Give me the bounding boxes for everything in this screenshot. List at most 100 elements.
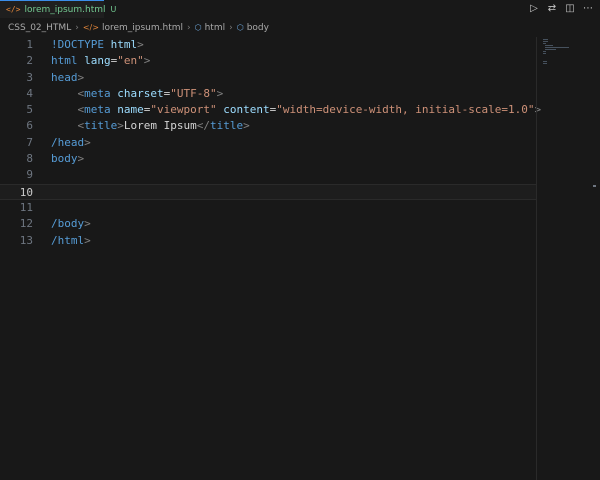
line-number: 3 xyxy=(26,70,33,84)
line-number: 12 xyxy=(19,217,33,231)
minimap-line xyxy=(543,51,546,52)
minimap-line xyxy=(543,41,549,42)
code-token: > xyxy=(143,54,151,68)
line-code: <meta charset="UTF-8"> xyxy=(51,86,224,102)
symbol-element-icon: ⬡ xyxy=(236,23,244,32)
code-token: body xyxy=(51,152,78,166)
code-line[interactable]: 6 <title>Lorem Ipsum</title> xyxy=(0,118,536,134)
code-line[interactable]: 12/body> xyxy=(0,216,536,232)
line-number: 1 xyxy=(26,38,33,51)
minimap-line xyxy=(545,47,569,48)
line-code: /head> xyxy=(51,135,91,151)
minimap-line xyxy=(545,49,556,50)
chevron-right-icon: › xyxy=(229,22,233,33)
line-code: head> xyxy=(51,70,84,86)
code-token: > xyxy=(137,38,144,51)
html-file-icon: </> xyxy=(82,23,99,32)
minimap-line xyxy=(543,39,548,40)
code-token: meta xyxy=(84,86,118,100)
line-number: 11 xyxy=(19,200,33,214)
code-token: > xyxy=(243,119,250,133)
html-file-icon: </> xyxy=(6,5,21,14)
code-token: "viewport" xyxy=(150,103,224,117)
line-number: 6 xyxy=(26,119,33,133)
breadcrumb-folder[interactable]: CSS_02_HTML xyxy=(8,23,71,33)
code-line[interactable]: 5 <meta name="viewport" content="width=d… xyxy=(0,102,541,118)
git-status-badge: U xyxy=(110,5,117,14)
code-token: /body xyxy=(51,217,85,231)
code-line[interactable]: 3 head> xyxy=(0,70,536,86)
code-line[interactable]: 10 xyxy=(0,183,536,200)
tab-lorem-ipsum[interactable]: </> lorem_ipsum.html U xyxy=(0,0,116,18)
line-number: 2 xyxy=(26,54,33,68)
minimap-line xyxy=(543,63,547,64)
chevron-right-icon: › xyxy=(187,22,191,33)
code-token: charset xyxy=(117,86,164,100)
code-token: "UTF-8" xyxy=(170,86,217,100)
code-token: > xyxy=(117,119,124,133)
chevron-right-icon: › xyxy=(75,22,79,33)
compare-changes-icon[interactable]: ⇄ xyxy=(546,2,558,14)
line-code: <meta name="viewport" content="width=dev… xyxy=(51,102,542,118)
line-code: /body> xyxy=(51,216,91,232)
run-icon[interactable]: ▷ xyxy=(528,2,540,14)
code-token: > xyxy=(77,152,85,166)
editor-actions: ▷ ⇄ ◫ ⋯ xyxy=(528,2,594,14)
code-line[interactable]: 4 <meta charset="UTF-8"> xyxy=(0,86,536,102)
code-token: html xyxy=(51,54,85,68)
code-token: "width=device-width, initial-scale=1.0" xyxy=(276,103,535,117)
code-token: name xyxy=(117,103,144,117)
code-editor[interactable]: 1 !DOCTYPE html> 2 html lang="en"> 3 head> 4 <… xyxy=(0,37,541,480)
code-line[interactable]: 9 xyxy=(0,167,536,183)
code-line[interactable]: 13/html> xyxy=(0,233,536,249)
line-number: 7 xyxy=(26,135,33,149)
breadcrumb-symbol-body[interactable]: body xyxy=(247,23,269,33)
code-line[interactable]: 11 xyxy=(0,200,536,216)
code-token: !DOCTYPE xyxy=(51,38,111,51)
line-number: 5 xyxy=(26,103,33,117)
minimap[interactable] xyxy=(536,37,600,480)
code-line[interactable]: 7/head> xyxy=(0,135,536,151)
code-token: /html xyxy=(51,233,85,247)
code-token: title xyxy=(209,119,244,133)
code-token: lang xyxy=(84,54,111,68)
minimap-line xyxy=(543,43,546,44)
line-number: 9 xyxy=(26,168,33,182)
code-token: meta xyxy=(84,103,118,117)
code-token: </ xyxy=(196,119,210,133)
code-token: /head xyxy=(51,135,85,149)
line-code: <title>Lorem Ipsum</title> xyxy=(51,118,250,134)
code-line[interactable]: 1 !DOCTYPE html> xyxy=(0,37,536,53)
minimap-line xyxy=(543,61,547,62)
minimap-line xyxy=(545,45,554,46)
breadcrumb: CSS_02_HTML › </> lorem_ipsum.html › ⬡ h… xyxy=(0,18,540,37)
line-code: !DOCTYPE html> xyxy=(51,37,144,53)
line-code: body> xyxy=(51,151,84,167)
code-token: "en" xyxy=(117,54,144,68)
code-token: title xyxy=(84,119,118,133)
tab-title: lorem_ipsum.html xyxy=(24,4,106,15)
code-token: > xyxy=(84,233,91,247)
code-token: content xyxy=(223,103,270,117)
code-token: head xyxy=(51,70,78,84)
split-editor-icon[interactable]: ◫ xyxy=(564,2,576,14)
line-number: 10 xyxy=(19,185,33,199)
breadcrumb-symbol-html[interactable]: html xyxy=(205,23,226,33)
code-line[interactable]: 2 html lang="en"> xyxy=(0,53,536,69)
code-token: html xyxy=(110,38,138,51)
code-token: > xyxy=(84,135,91,149)
line-number: 8 xyxy=(26,152,33,166)
more-actions-icon[interactable]: ⋯ xyxy=(582,2,594,14)
breadcrumb-file[interactable]: lorem_ipsum.html xyxy=(102,23,183,33)
line-code: /html> xyxy=(51,233,91,249)
code-line[interactable]: 8 body> xyxy=(0,151,536,167)
code-token: > xyxy=(216,86,224,100)
line-code: html lang="en"> xyxy=(51,53,150,69)
symbol-element-icon: ⬡ xyxy=(194,23,202,32)
scrollbar-marker xyxy=(593,185,596,187)
code-token: > xyxy=(84,217,91,231)
minimap-line xyxy=(543,53,546,54)
